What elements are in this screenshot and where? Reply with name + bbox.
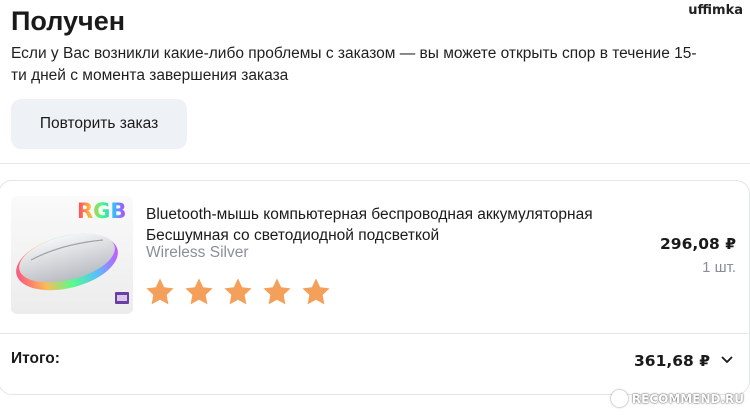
- order-status-title: Получен: [11, 6, 126, 36]
- divider: [0, 163, 750, 164]
- chevron-down-icon[interactable]: [720, 353, 734, 367]
- total-value[interactable]: 361,68 ₽: [634, 352, 710, 370]
- star-icon[interactable]: [183, 276, 215, 308]
- recommend-logo-icon: [610, 390, 628, 407]
- product-rating: [144, 276, 332, 308]
- product-name[interactable]: Bluetooth-мышь компьютерная беспроводная…: [146, 204, 626, 246]
- product-variant: Wireless Silver: [146, 244, 249, 261]
- star-icon[interactable]: [261, 276, 293, 308]
- star-icon[interactable]: [144, 276, 176, 308]
- product-image[interactable]: RGB: [11, 196, 133, 314]
- watermark-text: RECOMMEND.RU: [631, 391, 744, 406]
- star-icon[interactable]: [222, 276, 254, 308]
- order-status-description: Если у Вас возникли какие-либо проблемы …: [11, 45, 697, 84]
- mouse-image: RGB: [16, 199, 129, 304]
- divider: [0, 333, 750, 334]
- watermark: RECOMMEND.RU: [610, 390, 744, 407]
- star-icon[interactable]: [300, 276, 332, 308]
- rgb-label: RGB: [77, 199, 126, 223]
- item-quantity: 1 шт.: [702, 259, 736, 276]
- username: uffimka: [688, 3, 743, 18]
- repeat-order-button[interactable]: Повторить заказ: [11, 99, 187, 149]
- total-label: Итого:: [11, 350, 60, 367]
- item-price: 296,08 ₽: [660, 235, 736, 253]
